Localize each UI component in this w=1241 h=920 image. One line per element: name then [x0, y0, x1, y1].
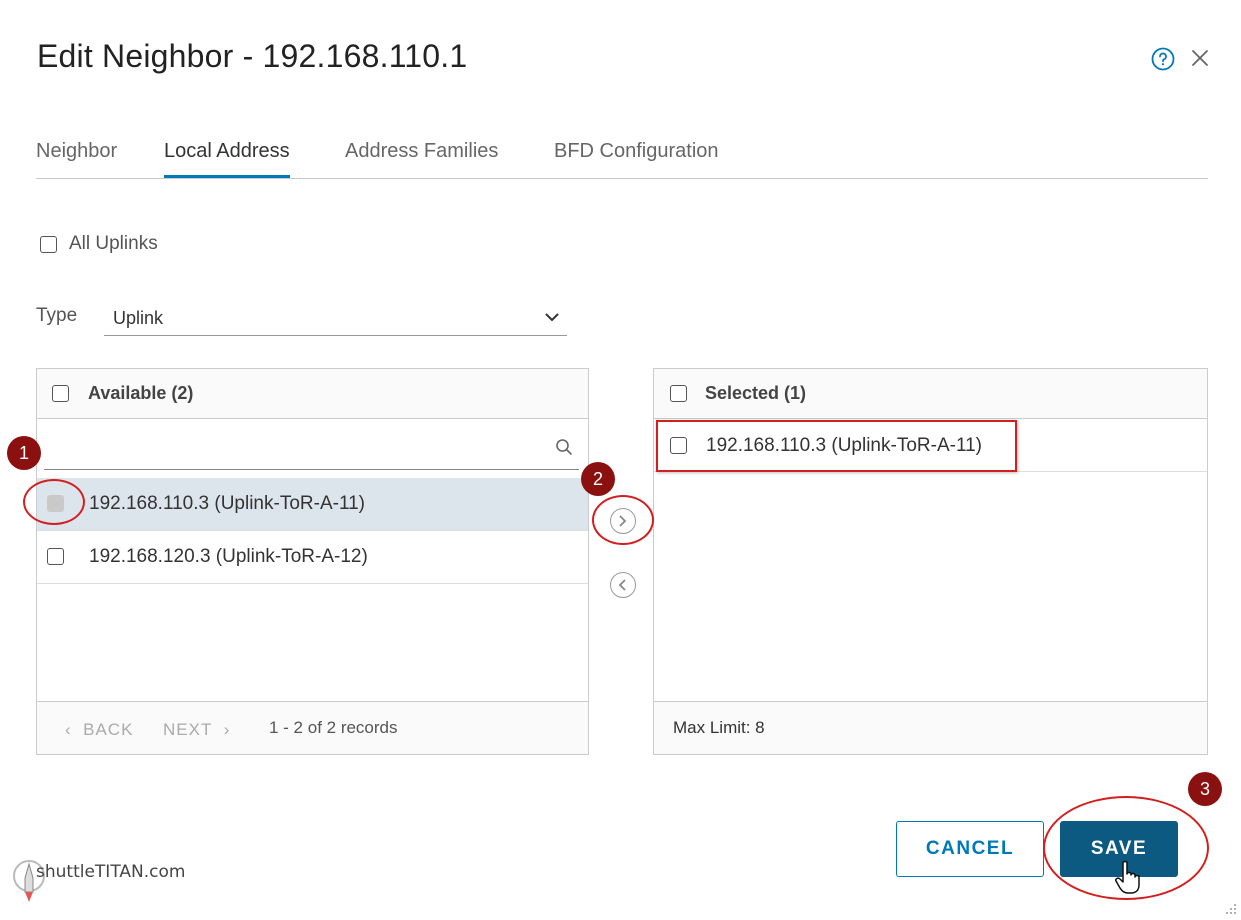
selected-header-label: Selected (1)	[705, 383, 807, 403]
search-icon[interactable]	[555, 438, 573, 456]
available-header-label: Available (2)	[88, 383, 194, 403]
watermark-text: shuttleTITAN.com	[36, 862, 186, 882]
available-search-input[interactable]	[45, 427, 549, 465]
available-select-all-checkbox[interactable]	[52, 385, 69, 402]
tab-bar: Neighbor Local Address Address Families …	[36, 130, 1208, 179]
tab-bfd-configuration[interactable]: BFD Configuration	[554, 140, 719, 178]
type-select-value: Uplink	[113, 308, 164, 328]
tab-address-families[interactable]: Address Families	[345, 140, 498, 178]
close-icon[interactable]	[1188, 46, 1212, 70]
selected-header: Selected (1)	[654, 369, 1207, 419]
tab-local-address[interactable]: Local Address	[164, 140, 290, 178]
type-label: Type	[36, 305, 78, 326]
back-label: BACK	[83, 720, 134, 739]
list-item[interactable]: 192.168.110.3 (Uplink-ToR-A-11)	[37, 478, 588, 531]
annotation-ring-1	[23, 479, 85, 525]
help-icon[interactable]	[1151, 47, 1175, 71]
chevron-down-icon	[545, 313, 559, 322]
selected-footer: Max Limit: 8	[654, 701, 1207, 754]
list-item[interactable]: 192.168.120.3 (Uplink-ToR-A-12)	[37, 531, 588, 584]
next-button[interactable]: NEXT ›	[163, 720, 230, 740]
annotation-badge-3: 3	[1188, 772, 1222, 806]
all-uplinks-label: All Uplinks	[69, 233, 158, 254]
selected-select-all-checkbox[interactable]	[670, 385, 687, 402]
available-footer: ‹ BACK NEXT › 1 - 2 of 2 records	[37, 701, 588, 754]
next-label: NEXT	[163, 720, 213, 739]
row-checkbox[interactable]	[47, 548, 64, 565]
annotation-badge-2: 2	[581, 462, 615, 496]
cancel-button[interactable]: CANCEL	[896, 821, 1044, 877]
annotation-highlight-box	[656, 420, 1017, 472]
dialog-title: Edit Neighbor - 192.168.110.1	[37, 38, 468, 74]
available-panel: Available (2) 192.168.110.3 (Uplink-ToR-…	[36, 368, 589, 755]
records-count: 1 - 2 of 2 records	[269, 718, 398, 737]
annotation-badge-1: 1	[7, 436, 41, 470]
max-limit-text: Max Limit: 8	[673, 718, 765, 737]
tab-neighbor[interactable]: Neighbor	[36, 140, 117, 178]
back-button[interactable]: ‹ BACK	[65, 720, 133, 740]
available-header: Available (2)	[37, 369, 588, 419]
move-left-button[interactable]	[610, 572, 636, 598]
annotation-ring-3	[1043, 796, 1209, 900]
annotation-ring-2	[592, 495, 654, 545]
resize-grip-icon[interactable]	[1224, 902, 1238, 916]
row-label: 192.168.120.3 (Uplink-ToR-A-12)	[89, 546, 368, 567]
chevron-left-icon	[618, 579, 626, 591]
row-label: 192.168.110.3 (Uplink-ToR-A-11)	[89, 493, 365, 514]
search-underline	[44, 469, 579, 470]
all-uplinks-checkbox[interactable]	[40, 236, 57, 253]
type-select[interactable]: Uplink	[104, 298, 567, 336]
